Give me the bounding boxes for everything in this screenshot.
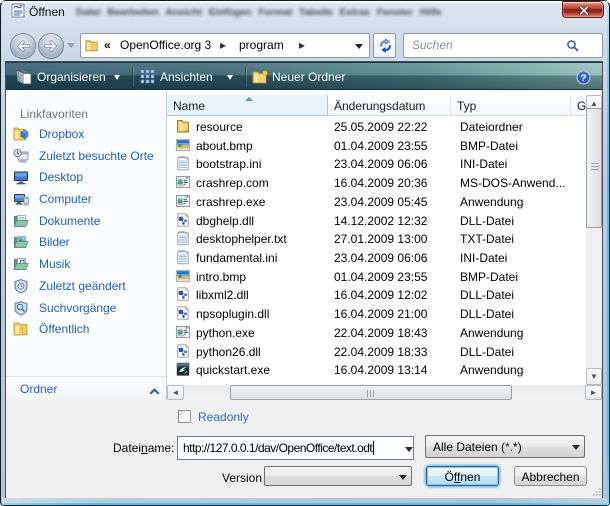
svg-text:?: ?: [581, 73, 587, 84]
